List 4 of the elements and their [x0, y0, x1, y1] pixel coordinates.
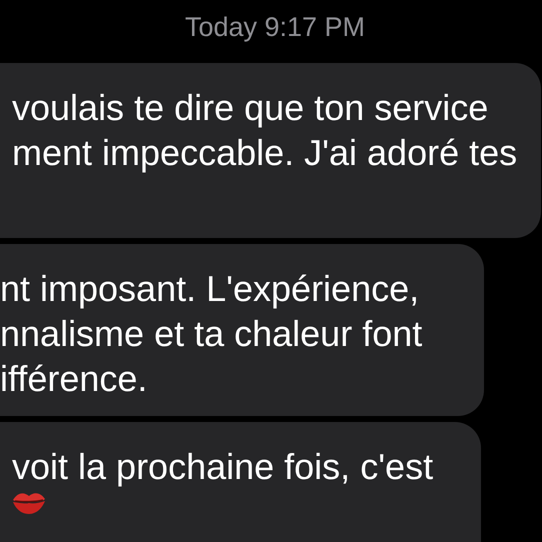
message-text: nt imposant. L'expérience, nnalisme et ta chaleur font ifférence.: [0, 267, 424, 401]
message-text: voulais te dire que ton service ment impeccable. J'ai adoré tes: [12, 86, 518, 175]
message-text: voit la prochaine fois, c'est: [12, 445, 434, 489]
message-timestamp: Today 9:17 PM: [184, 12, 366, 43]
